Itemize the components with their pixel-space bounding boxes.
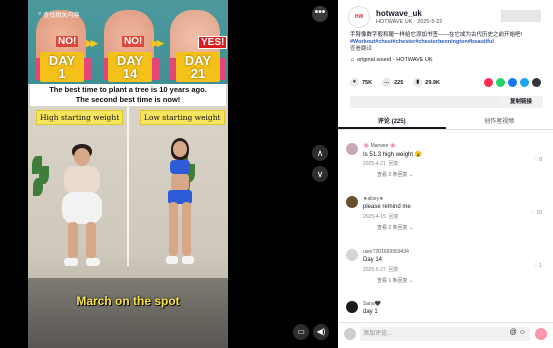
video-player[interactable]: ⌕ 查找相关内容 NO! ▶▶ NO! ▶▶ YES! DAY 1 DAY 14 D… (28, 0, 228, 348)
save-button[interactable]: ▮ 29.9K (413, 78, 440, 87)
day-badge-2: DAY 14 (108, 52, 152, 82)
comment-item: user7201669959434 Day 14 2025-5-27 回复 查看… (346, 249, 546, 291)
commenter-name[interactable]: Sana🖤 (363, 301, 381, 307)
comment-text: Day 14 (363, 257, 383, 263)
author-block: HW hotwave_uk HOTWAVE UK · 2025-5-22 (348, 6, 442, 28)
high-weight-label: High starting weight (36, 110, 124, 125)
heart-outline-icon: ♡ (533, 157, 538, 163)
commenter-name[interactable]: user7201669959434 (363, 249, 409, 255)
comment-like-button[interactable]: ♡ 10 (531, 210, 542, 216)
no-label-2: NO! (122, 36, 145, 47)
bookmark-icon: ▮ (413, 78, 423, 87)
commenter-avatar[interactable] (346, 143, 358, 155)
pip-icon: ▭ (297, 327, 305, 336)
mention-emoji-icons[interactable]: @ ☺ (510, 329, 526, 336)
comment-text: please remind me (363, 204, 411, 210)
comment-meta: 2025-5-27 回复 (363, 267, 399, 273)
video-link-field[interactable] (350, 96, 499, 108)
like-button[interactable]: ♥ 75K (350, 78, 372, 87)
share-app-icon[interactable] (484, 78, 493, 87)
panel-tabs: 评论 (225) 创作者视频 (338, 116, 553, 130)
share-more-icon[interactable] (532, 78, 541, 87)
view-replies-link[interactable]: 查看 3 条回复 ⌄ (377, 171, 413, 178)
send-icon[interactable]: ↑ (535, 328, 547, 340)
double-arrow-icon: ▶▶ (86, 38, 98, 48)
sound-link[interactable]: ♫ original sound - HOTWAVE UK (350, 57, 433, 63)
heart-outline-icon: ♡ (530, 210, 536, 216)
current-user-avatar (344, 328, 356, 340)
split-divider (127, 106, 129, 266)
comment-text: day 1 (363, 309, 378, 315)
more-options-button[interactable]: ••• (312, 6, 328, 22)
low-weight-label: Low starting weight (140, 110, 225, 125)
comment-meta: 2025-4-21 回复 (363, 161, 399, 167)
description-text: 手臂像数字般和腿一样给它添加书签——在它成为古代历史之前开始吧! (350, 32, 523, 38)
translate-link[interactable]: 查看翻译 (350, 46, 545, 53)
volume-button[interactable]: ◀) (313, 324, 329, 340)
comment-text: Is 51.3 high weight 😮 (363, 152, 423, 158)
details-panel: HW hotwave_uk HOTWAVE UK · 2025-5-22 手臂像… (338, 0, 553, 348)
video-description: 手臂像数字般和腿一样给它添加书签——在它成为古代历史之前开始吧! #Workou… (350, 32, 545, 53)
quote-banner: The best time to plant a tree is 10 year… (30, 84, 226, 106)
picture-in-picture-button[interactable]: ▭ (293, 324, 309, 340)
speaker-icon: ◀) (316, 327, 326, 336)
author-subtitle: HOTWAVE UK · 2025-5-22 (376, 19, 443, 25)
comment-input[interactable]: 添加评论... (360, 327, 530, 341)
tiktok-viewer: ⌕ 查找相关内容 NO! ▶▶ NO! ▶▶ YES! DAY 1 DAY 14 D… (0, 0, 553, 348)
engagement-stats: ♥ 75K … 225 ▮ 29.9K (350, 78, 440, 87)
heart-icon: ♥ (350, 78, 359, 87)
workout-scene: High starting weight Low starting weight… (28, 106, 228, 348)
comment-input-row: 添加评论... @ ☺ ↑ (338, 322, 553, 348)
commenter-name[interactable]: 🌸 Marwee 🌸 (363, 143, 396, 149)
video-area: ⌕ 查找相关内容 NO! ▶▶ NO! ▶▶ YES! DAY 1 DAY 14 D… (0, 0, 338, 348)
author-name[interactable]: hotwave_uk (376, 9, 442, 18)
search-icon: ⌕ (38, 11, 42, 17)
comment-button[interactable]: … 225 (382, 78, 403, 87)
copy-link-button[interactable]: 复制链接 (499, 96, 543, 108)
share-icons (484, 78, 541, 87)
commenter-avatar[interactable] (346, 301, 358, 313)
follow-button[interactable] (501, 10, 541, 22)
reply-link[interactable]: 回复 (389, 161, 399, 167)
hashtags[interactable]: #Workout#chest#chester#chesterbennington… (350, 39, 545, 46)
twitter-icon[interactable] (520, 78, 529, 87)
high-weight-person (58, 144, 108, 274)
plant-decor (32, 156, 50, 216)
reply-link[interactable]: 回复 (389, 214, 399, 220)
no-label-1: NO! (56, 36, 79, 47)
author-avatar[interactable]: HW (348, 6, 370, 28)
comment-icon: … (382, 78, 392, 87)
view-replies-link[interactable]: 查看 1 条回复 ⌄ (377, 277, 413, 284)
comment-like-button[interactable]: ♡ 8 (533, 157, 542, 163)
comment-item: 🌸 Marwee 🌸 Is 51.3 high weight 😮 2025-4-… (346, 143, 546, 185)
comment-item: Sana🖤 day 1 (346, 301, 546, 321)
double-arrow-icon: ▶▶ (152, 38, 164, 48)
comment-item: ★alisry★ please remind me 2025-4-15 回复 查… (346, 196, 546, 238)
comment-like-button[interactable]: ♡ 1 (533, 263, 542, 269)
link-row: 复制链接 (350, 96, 543, 108)
facebook-icon[interactable] (508, 78, 517, 87)
commenter-avatar[interactable] (346, 249, 358, 261)
next-video-button[interactable]: ∨ (312, 166, 328, 182)
tab-creator-videos[interactable]: 创作者视频 (446, 116, 553, 129)
video-caption: March on the spot (76, 294, 180, 308)
search-related-tag[interactable]: ⌕ 查找相关内容 (38, 10, 79, 19)
heart-outline-icon: ♡ (533, 263, 538, 269)
day-badge-3: DAY 21 (176, 52, 220, 82)
commenter-avatar[interactable] (346, 196, 358, 208)
day-badge-1: DAY 1 (40, 52, 84, 82)
yes-label: YES! (198, 36, 228, 49)
video-top-banner: ⌕ 查找相关内容 NO! ▶▶ NO! ▶▶ YES! DAY 1 DAY 14 D… (28, 0, 228, 84)
reply-link[interactable]: 回复 (389, 267, 399, 273)
commenter-name[interactable]: ★alisry★ (363, 196, 384, 202)
floor (28, 278, 228, 348)
low-weight-person (160, 138, 200, 274)
view-replies-link[interactable]: 查看 2 条回复 ⌄ (377, 224, 413, 231)
comment-meta: 2025-4-15 回复 (363, 214, 399, 220)
previous-video-button[interactable]: ∧ (312, 145, 328, 161)
whatsapp-icon[interactable] (496, 78, 505, 87)
tab-comments[interactable]: 评论 (225) (338, 116, 446, 129)
music-note-icon: ♫ (350, 57, 355, 63)
